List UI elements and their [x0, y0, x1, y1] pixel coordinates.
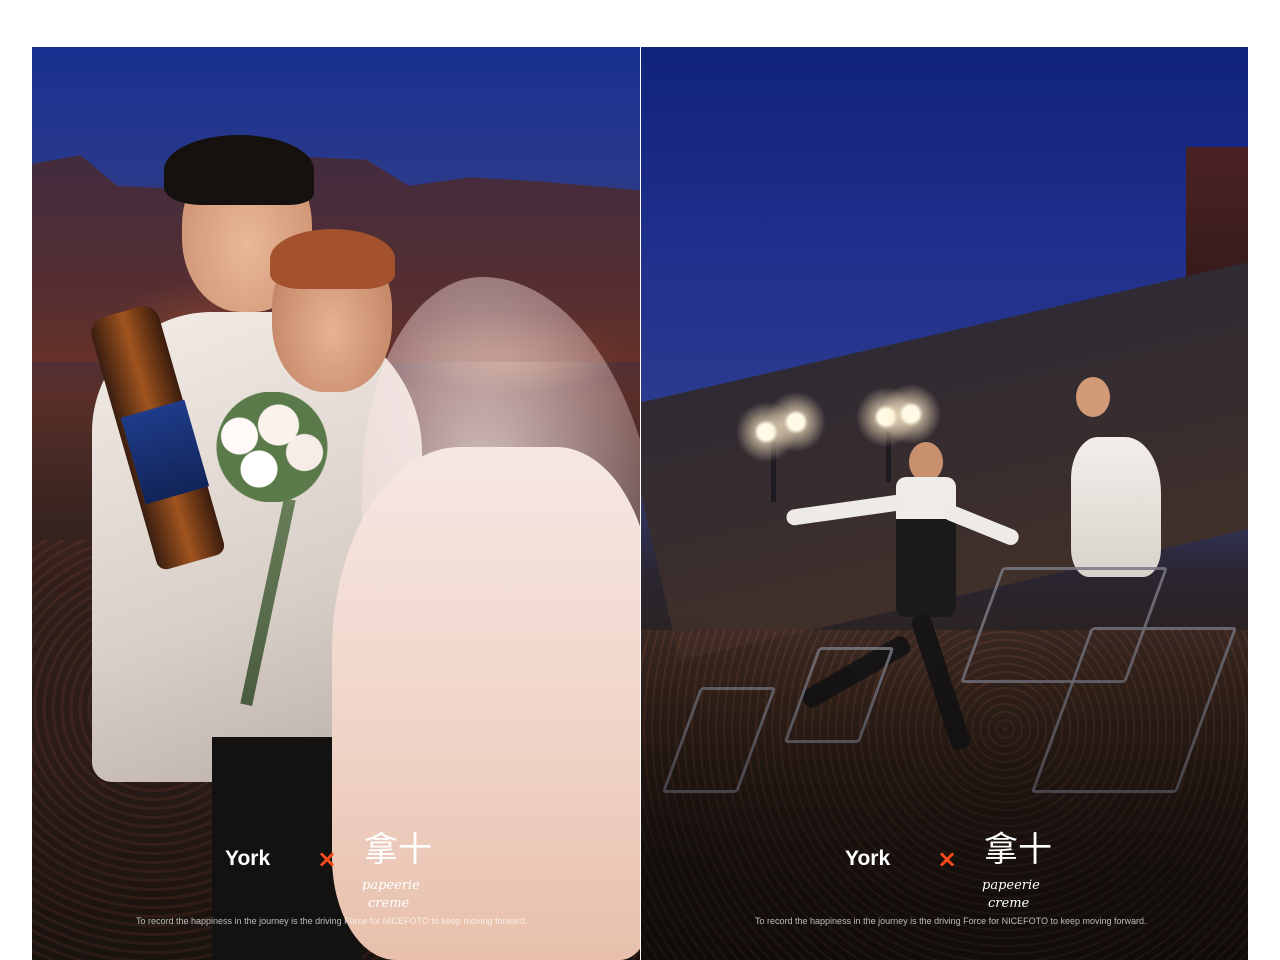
bride-head	[1076, 377, 1110, 417]
logo-glyph: 拿十	[364, 830, 432, 870]
lamp-light	[766, 392, 826, 452]
location-label: York	[225, 847, 271, 870]
photo-right: York × 拿十 papeerie creme To record the h…	[641, 47, 1248, 960]
logo-glyph: 拿十	[984, 830, 1052, 870]
tagline: To record the happiness in the journey i…	[755, 916, 1147, 926]
groom-hair	[164, 135, 314, 205]
collab-separator: ×	[937, 845, 958, 873]
location-label: York	[845, 847, 891, 870]
bride-hair	[270, 229, 395, 289]
photo-left: York × 拿十 papeerie creme To record the h…	[32, 47, 640, 960]
brand-mark: York × 拿十 papeerie creme	[845, 817, 1145, 927]
logo-script-bottom: creme	[368, 896, 410, 911]
calligraphy-logo: 拿十 papeerie creme	[362, 830, 432, 911]
lamp-light	[881, 384, 941, 444]
rose-bouquet	[207, 392, 337, 502]
brand-mark: York × 拿十 papeerie creme	[225, 817, 525, 927]
collab-separator: ×	[317, 845, 338, 873]
logo-script-top: papeerie	[982, 878, 1040, 893]
calligraphy-logo: 拿十 papeerie creme	[982, 830, 1052, 911]
logo-script-bottom: creme	[988, 896, 1030, 911]
groom-head	[909, 442, 943, 482]
logo-script-top: papeerie	[362, 878, 420, 893]
tagline: To record the happiness in the journey i…	[136, 916, 528, 926]
